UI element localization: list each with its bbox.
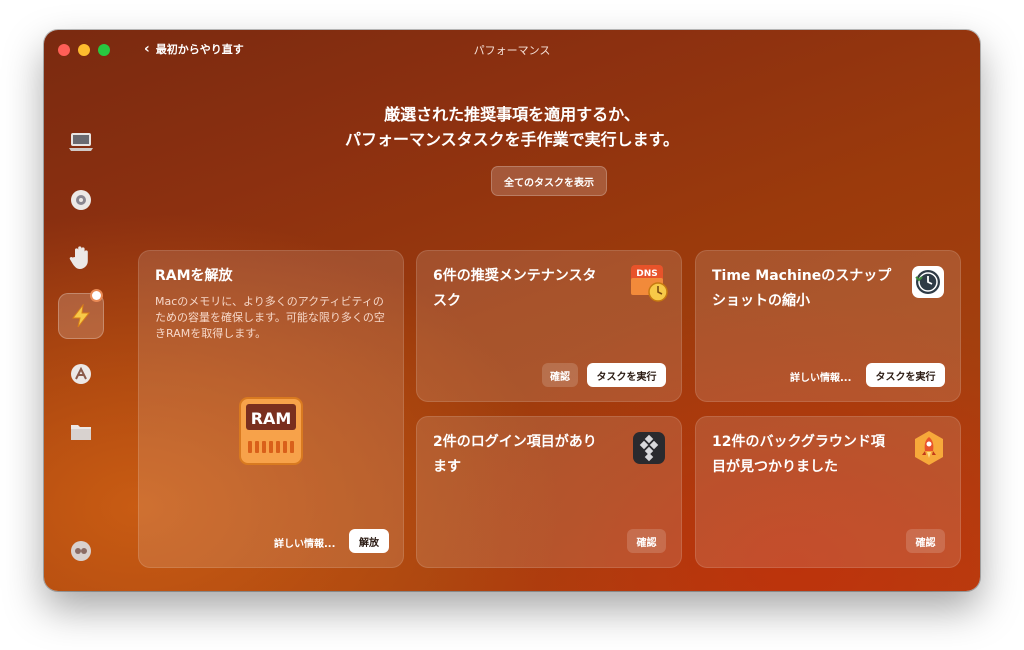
card-title: 2件のログイン項目があり ます [433,430,597,480]
rocket-icon [915,431,943,465]
dns-icon-label: DNS [636,269,658,279]
review-background-items-button[interactable]: 確認 [906,529,945,553]
show-all-tasks-button[interactable]: 全てのタスクを表示 [491,166,607,196]
sidebar-item-performance[interactable] [58,291,104,339]
card-title-line-2: ます [433,459,461,475]
card-title-line-1: 12件のバックグラウンド項 [712,434,885,450]
sidebar-item-files[interactable] [58,409,104,455]
card-title: 12件のバックグラウンド項 目が見つかりました [712,430,885,480]
card-title: RAMを解放 [155,268,233,284]
folder-icon [71,425,91,440]
chevron-left-icon: ‹ [144,41,150,57]
assistant-button[interactable] [58,528,104,574]
review-button[interactable]: 確認 [542,363,578,387]
lightning-icon [71,304,91,328]
card-title: 6件の推奨メンテナンスタ スク [433,264,596,314]
card-title: Time Machineのスナップ ショットの縮小 [712,264,891,314]
dns-maintenance-icon: DNS [631,265,668,302]
card-title-line-2: スク [433,293,461,309]
card-time-machine: Time Machineのスナップ ショットの縮小 詳しい情報... タスクを実… [695,250,961,402]
card-title-line-1: 6件の推奨メンテナンスタ [433,268,597,284]
login-items-icon [633,432,665,464]
time-machine-icon [912,266,944,298]
review-login-items-button[interactable]: 確認 [627,529,666,553]
shield-icon [71,190,91,210]
run-time-machine-button[interactable]: タスクを実行 [866,363,945,387]
ram-chip-icon: RAM [239,397,303,465]
sidebar-item-protection[interactable] [58,177,104,223]
card-background-items: 12件のバックグラウンド項 目が見つかりました 確認 [695,416,961,568]
card-description: Macのメモリに、より多くのアクティビティのための容量を確保します。可能な限り多… [155,295,385,340]
notification-badge [92,291,101,300]
card-title-line-1: Time Machineのスナップ [712,268,892,284]
assistant-icon [71,541,91,561]
sidebar-item-privacy[interactable] [58,235,104,281]
start-over-label: 最初からやり直す [155,43,244,56]
hero-heading: 厳選された推奨事項を適用するか、 パフォーマンスタスクを手作業で実行します。 [44,102,980,152]
card-title-line-1: 2件のログイン項目があり [433,434,597,450]
card-title-line-2: 目が見つかりました [712,459,838,475]
card-free-ram: RAMを解放 Macのメモリに、より多くのアクティビティのための容量を確保します… [138,250,404,568]
time-machine-more-info-link[interactable]: 詳しい情報... [790,369,851,384]
hero-line-1: 厳選された推奨事項を適用するか、 [384,105,640,124]
hand-icon [69,246,88,269]
card-login-items: 2件のログイン項目があり ます 確認 [416,416,682,568]
ram-chip-label: RAM [251,409,292,428]
apps-icon [71,364,91,384]
hero-line-2: パフォーマンスタスクを手作業で実行します。 [344,130,680,149]
free-ram-button[interactable]: 解放 [349,529,389,553]
card-maintenance-tasks: 6件の推奨メンテナンスタ スク DNS 確認 タスクを実行 [416,250,682,402]
run-maintenance-button[interactable]: タスクを実行 [587,363,666,387]
card-title-line-2: ショットの縮小 [712,293,810,309]
ram-more-info-link[interactable]: 詳しい情報... [274,535,335,550]
sidebar-item-applications[interactable] [58,351,104,397]
start-over-button[interactable]: ‹ 最初からやり直す [144,41,244,57]
app-window: パフォーマンス ‹ 最初からやり直す 厳選された推奨事項を適用するか、 パフォー… [44,30,980,591]
